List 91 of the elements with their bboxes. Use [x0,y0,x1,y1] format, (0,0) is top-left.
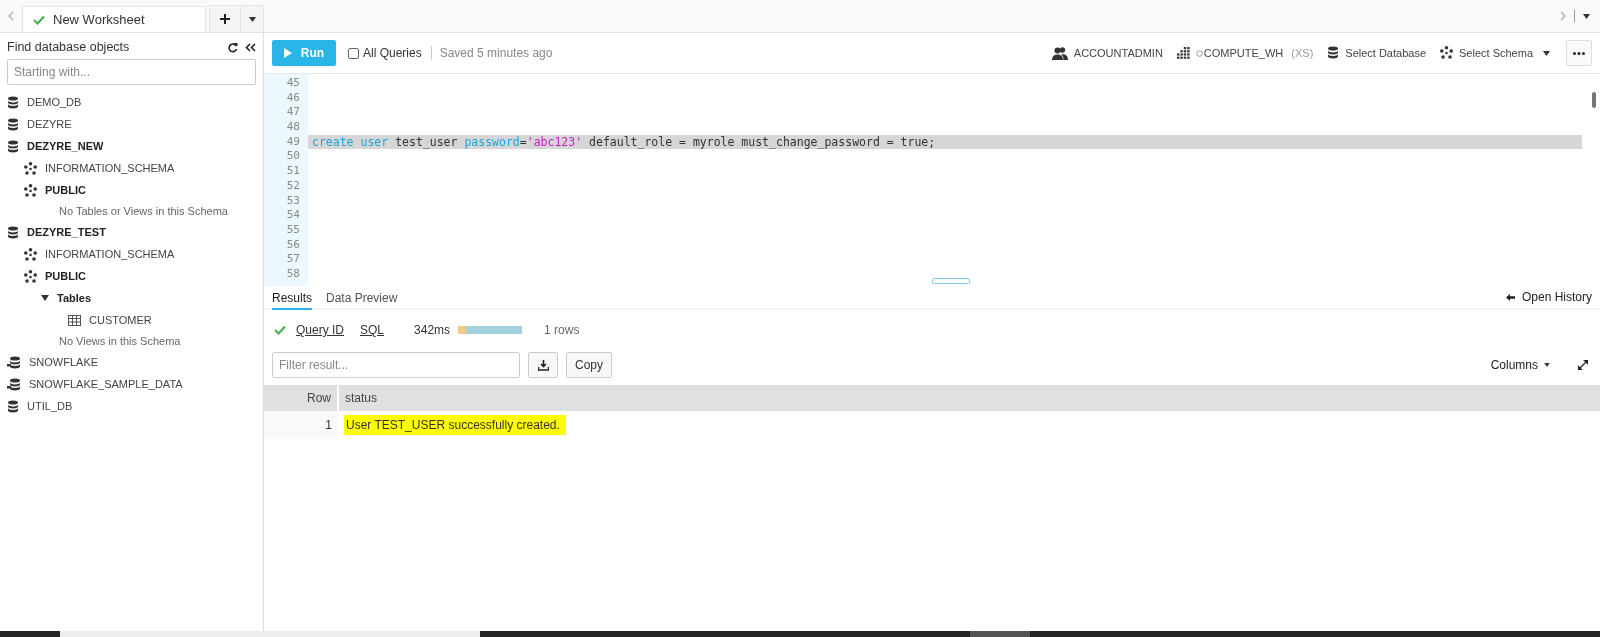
row-count: 1 rows [544,323,580,337]
schema-icon [24,183,37,197]
database-icon [7,139,19,153]
schema-icon [24,247,37,261]
schema-selector[interactable]: Select Schema [1459,47,1533,59]
line-number: 54 [285,208,301,223]
saved-status: Saved 5 minutes ago [430,46,553,60]
shared-database-icon [7,355,21,369]
warehouse-size: (XS) [1291,47,1314,59]
tree-item[interactable]: DEZYRE_NEW [27,140,104,152]
database-icon [1327,45,1340,59]
plus-icon[interactable] [220,14,230,24]
open-history-link[interactable]: Open History [1521,290,1592,304]
grid-icon [1176,47,1190,59]
checkbox[interactable] [348,47,359,59]
line-number: 53 [285,193,301,209]
query-id-link[interactable]: Query ID [296,323,344,337]
line-number: 55 [285,222,301,238]
column-header[interactable]: Row [264,385,338,411]
line-number: 47 [285,105,301,121]
check-icon [33,14,45,25]
tree-item[interactable]: DEZYRE [27,118,72,130]
scrollbar-thumb[interactable] [1592,92,1596,108]
search-field[interactable]: Starting with... [7,59,256,85]
tree-item[interactable]: Tables [57,292,92,304]
database-icon [7,399,19,413]
tree-item[interactable]: CUSTOMER [89,314,152,326]
table-icon [68,314,81,326]
role-selector[interactable]: ACCOUNTADMIN [1073,47,1163,59]
database-icon [7,117,19,131]
schema-icon [24,161,37,175]
collapse-icon[interactable] [245,42,256,52]
timing-bar [458,326,523,334]
checkbox-label: All Queries [363,46,422,60]
caret-down-icon [1544,363,1550,367]
database-selector[interactable]: Select Database [1345,47,1426,59]
check-icon [274,325,286,335]
table-cell: User TEST_USER successfully created. [344,415,566,435]
line-number: 56 [285,237,301,253]
worksheet-tab[interactable]: New Worksheet [22,6,206,32]
download-icon [537,359,549,371]
tree-item[interactable]: DEMO_DB [27,96,82,108]
line-number: 49 [285,134,301,150]
expand-icon[interactable] [1578,360,1588,370]
empty-note: No Views in this Schema [59,335,181,347]
tree-item[interactable]: DEZYRE_TEST [27,226,106,238]
resize-handle[interactable] [932,278,970,284]
empty-note: No Tables or Views in this Schema [59,205,228,217]
line-number: 52 [285,178,301,194]
play-icon [283,48,292,58]
sql-link[interactable]: SQL [360,323,385,337]
tree-item[interactable]: INFORMATION_SCHEMA [45,162,175,174]
refresh-icon[interactable] [228,41,238,53]
schema-icon [24,269,37,283]
download-button[interactable] [528,352,558,378]
filter-field[interactable]: Filter result... [272,352,520,378]
shared-database-icon [7,377,21,391]
database-icon [7,225,19,239]
caret-down-icon[interactable] [248,16,256,22]
line-number: 58 [285,266,301,282]
caret-icon[interactable] [41,294,49,302]
results-tab[interactable]: Results [272,291,312,310]
line-number: 48 [285,120,301,135]
warehouse-selector[interactable]: COMPUTE_WH [1203,47,1284,59]
line-number: 46 [285,90,301,106]
tree-item[interactable]: INFORMATION_SCHEMA [45,248,175,260]
database-icon [7,95,19,109]
more-button[interactable] [1566,40,1592,66]
arrow-left-icon [1505,293,1515,301]
tree-item[interactable]: SNOWFLAKE [29,356,99,368]
users-icon [1051,46,1068,60]
tree-item[interactable]: PUBLIC [45,184,86,196]
row-number: 1 [264,411,338,439]
line-number: 45 [285,76,301,91]
line-number: 50 [285,149,301,165]
line-number: 57 [285,252,301,267]
status-circle-icon [1195,49,1203,57]
line-number: 51 [285,164,301,179]
more-icon [1573,51,1585,55]
sidebar-title: Find database objects [7,40,130,54]
caret-down-icon[interactable] [1543,50,1550,56]
tree-item[interactable]: PUBLIC [45,270,86,282]
schema-icon [1440,45,1453,59]
caret-down-icon[interactable] [1583,13,1590,19]
results-tab[interactable]: Data Preview [326,291,398,310]
copy-button[interactable]: Copy [566,352,612,378]
tree-item[interactable]: UTIL_DB [27,400,73,412]
column-header[interactable]: status [338,385,1600,411]
tree-item[interactable]: SNOWFLAKE_SAMPLE_DATA [29,378,183,390]
query-duration: 342ms [414,323,451,337]
columns-menu[interactable]: Columns [1484,357,1556,373]
